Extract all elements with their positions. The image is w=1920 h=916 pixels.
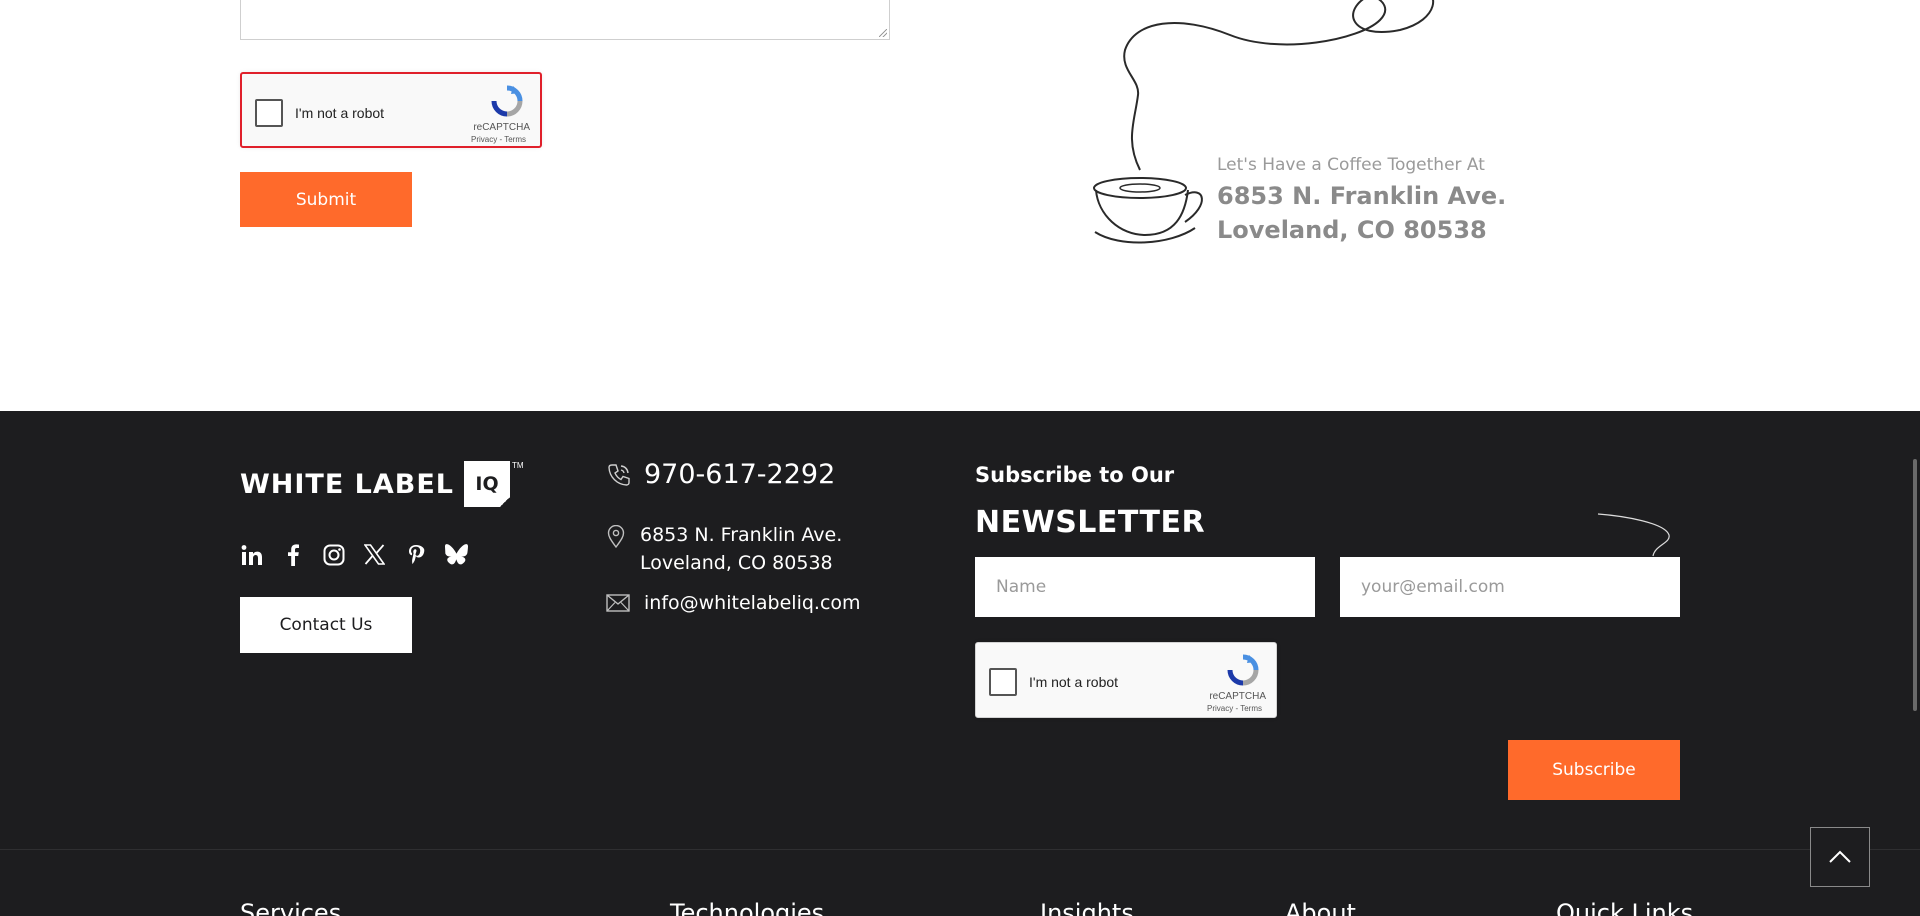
recaptcha-label: I'm not a robot — [295, 105, 385, 121]
back-to-top-button[interactable] — [1810, 827, 1870, 887]
submit-button[interactable]: Submit — [240, 172, 412, 227]
footer-phone[interactable]: 970-617-2292 — [606, 459, 835, 490]
newsletter-recaptcha-label: I'm not a robot — [1029, 674, 1119, 690]
linkedin-icon[interactable] — [240, 543, 263, 566]
instagram-icon[interactable] — [322, 543, 345, 566]
scrollbar-thumb[interactable] — [1913, 459, 1917, 711]
footer-nav-heading-about[interactable]: About — [1285, 899, 1356, 916]
logo-text: WHITE LABEL — [240, 468, 455, 500]
coffee-address-line2: Loveland, CO 80538 — [1217, 216, 1487, 244]
newsletter-title: NEWSLETTER — [975, 505, 1206, 540]
resize-handle[interactable] — [879, 29, 887, 37]
location-pin-icon — [607, 525, 625, 549]
social-links — [240, 543, 468, 566]
logo-trademark: TM — [512, 461, 524, 470]
footer-email[interactable]: info@whitelabeliq.com — [606, 592, 861, 614]
page: I'm not a robot reCAPTCHA Privacy - Term… — [0, 0, 1920, 916]
site-footer: WHITE LABEL IQ TM Contact Us 970-617-229… — [0, 411, 1920, 916]
footer-address: 6853 N. Franklin Ave. Loveland, CO 80538 — [606, 521, 842, 577]
newsletter-recaptcha-widget: I'm not a robot reCAPTCHA Privacy - Term… — [975, 642, 1277, 718]
recaptcha-logo-icon — [491, 85, 523, 117]
logo-iq-box: IQ — [464, 461, 511, 507]
mail-icon — [606, 594, 630, 612]
recaptcha-checkbox[interactable] — [255, 99, 283, 127]
recaptcha-brand: reCAPTCHA — [473, 122, 530, 133]
decorative-squiggle — [1597, 513, 1670, 557]
recaptcha-widget: I'm not a robot reCAPTCHA Privacy - Term… — [240, 72, 542, 148]
message-textarea[interactable] — [240, 0, 890, 40]
chevron-up-icon — [1829, 850, 1851, 863]
bluesky-icon[interactable] — [445, 543, 468, 566]
footer-nav-heading-technologies[interactable]: Technologies — [670, 899, 824, 916]
phone-number: 970-617-2292 — [644, 459, 836, 490]
newsletter-email-input[interactable] — [1340, 557, 1680, 617]
footer-divider — [0, 849, 1920, 850]
newsletter-recaptcha-privacy-terms[interactable]: Privacy - Terms — [1207, 704, 1262, 713]
footer-nav-heading-services[interactable]: Services — [240, 899, 341, 916]
newsletter-recaptcha-logo-icon — [1227, 654, 1259, 686]
address-line2: Loveland, CO 80538 — [640, 552, 833, 574]
coffee-address-line1: 6853 N. Franklin Ave. — [1217, 182, 1507, 210]
recaptcha-privacy-terms[interactable]: Privacy - Terms — [471, 135, 526, 144]
facebook-icon[interactable] — [281, 543, 304, 566]
footer-logo[interactable]: WHITE LABEL IQ TM — [240, 461, 524, 507]
newsletter-name-input[interactable] — [975, 557, 1315, 617]
footer-nav-heading-quick-links[interactable]: Quick Links — [1556, 899, 1693, 916]
email-address: info@whitelabeliq.com — [644, 592, 861, 614]
subscribe-button[interactable]: Subscribe — [1508, 740, 1680, 800]
address-line1: 6853 N. Franklin Ave. — [640, 524, 843, 546]
contact-us-button[interactable]: Contact Us — [240, 597, 412, 653]
phone-icon — [608, 463, 630, 486]
newsletter-recaptcha-brand: reCAPTCHA — [1209, 691, 1266, 702]
coffee-tagline: Let's Have a Coffee Together At — [1217, 155, 1485, 175]
newsletter-recaptcha-checkbox[interactable] — [989, 668, 1017, 696]
footer-nav-heading-insights[interactable]: Insights — [1040, 899, 1134, 916]
x-icon[interactable] — [363, 543, 386, 566]
contact-form-section: I'm not a robot reCAPTCHA Privacy - Term… — [0, 0, 1920, 411]
newsletter-pretitle: Subscribe to Our — [975, 463, 1175, 487]
coffee-cup-illustration — [1093, 0, 1435, 244]
pinterest-icon[interactable] — [404, 543, 427, 566]
